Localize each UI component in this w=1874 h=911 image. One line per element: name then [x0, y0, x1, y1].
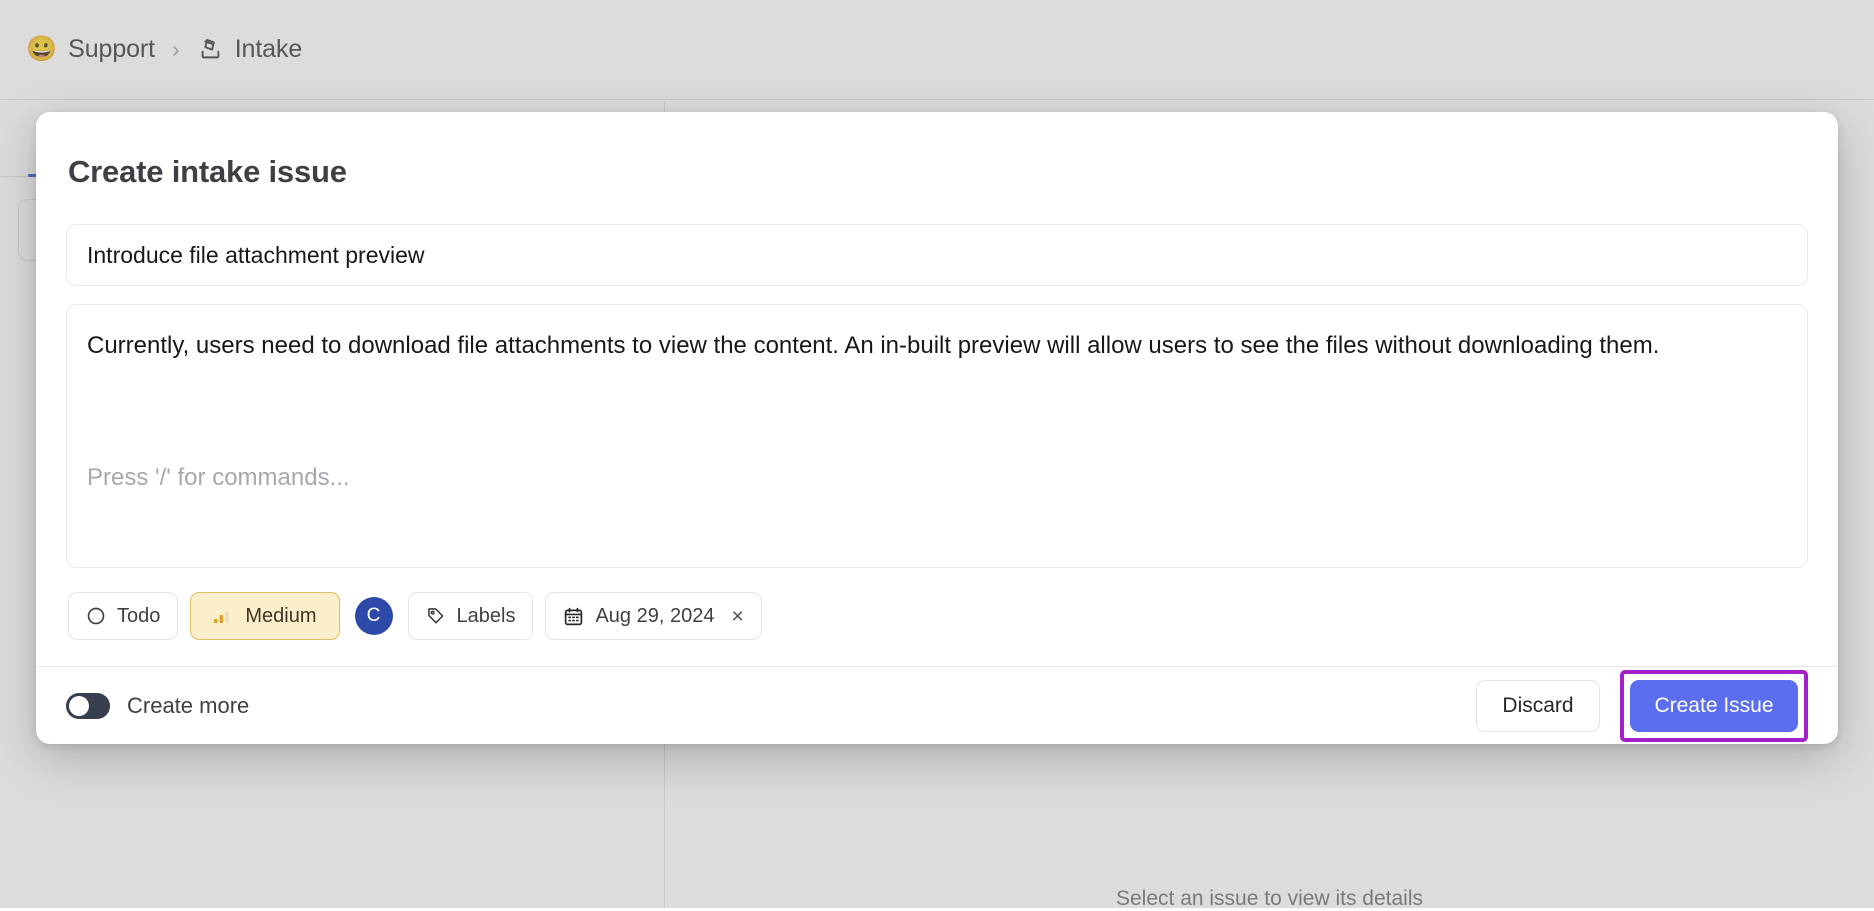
status-chip-label: Todo	[117, 605, 160, 628]
modal-body: Create intake issue Currently, users nee…	[36, 112, 1838, 666]
create-more-label: Create more	[127, 693, 249, 719]
create-more-group[interactable]: Create more	[66, 693, 249, 719]
create-issue-highlight: Create Issue	[1620, 670, 1808, 742]
breadcrumb-item-intake[interactable]: Intake	[197, 35, 303, 64]
close-icon[interactable]: ×	[731, 606, 743, 627]
issue-description-editor[interactable]: Currently, users need to download file a…	[66, 304, 1808, 568]
due-date-chip-label: Aug 29, 2024	[595, 605, 714, 628]
footer-actions: Discard Create Issue	[1476, 670, 1808, 742]
page-title: Create intake issue	[68, 154, 1808, 190]
create-intake-issue-modal: Create intake issue Currently, users nee…	[36, 112, 1838, 744]
grinning-face-icon: 😀	[26, 37, 57, 62]
breadcrumb-item-workspace[interactable]: 😀 Support	[26, 35, 155, 64]
tag-icon	[426, 606, 446, 626]
issue-title-input[interactable]	[66, 224, 1808, 286]
breadcrumb-workspace-label: Support	[68, 35, 155, 64]
issue-description-text: Currently, users need to download file a…	[87, 327, 1787, 366]
labels-chip-label: Labels	[457, 605, 516, 628]
priority-bars-icon	[213, 607, 231, 625]
calendar-icon	[563, 606, 584, 627]
create-issue-button[interactable]: Create Issue	[1630, 680, 1798, 732]
description-placeholder: Press '/' for commands...	[87, 464, 350, 492]
chevron-right-icon: ›	[172, 36, 180, 63]
labels-chip[interactable]: Labels	[408, 592, 534, 640]
breadcrumb: 😀 Support › Intake	[0, 0, 1874, 100]
detail-empty-message: Select an issue to view its details	[665, 887, 1874, 911]
priority-chip[interactable]: Medium	[190, 592, 339, 640]
intake-icon	[197, 36, 224, 63]
avatar[interactable]: C	[355, 597, 393, 635]
due-date-chip[interactable]: Aug 29, 2024 ×	[545, 592, 761, 640]
circle-icon	[86, 606, 106, 626]
modal-footer: Create more Discard Create Issue	[36, 666, 1838, 744]
discard-button[interactable]: Discard	[1476, 680, 1600, 732]
breadcrumb-intake-label: Intake	[235, 35, 303, 64]
status-chip[interactable]: Todo	[68, 592, 178, 640]
create-more-toggle[interactable]	[66, 693, 110, 719]
priority-chip-label: Medium	[245, 605, 316, 628]
property-chip-row: Todo Medium C	[66, 568, 1808, 666]
